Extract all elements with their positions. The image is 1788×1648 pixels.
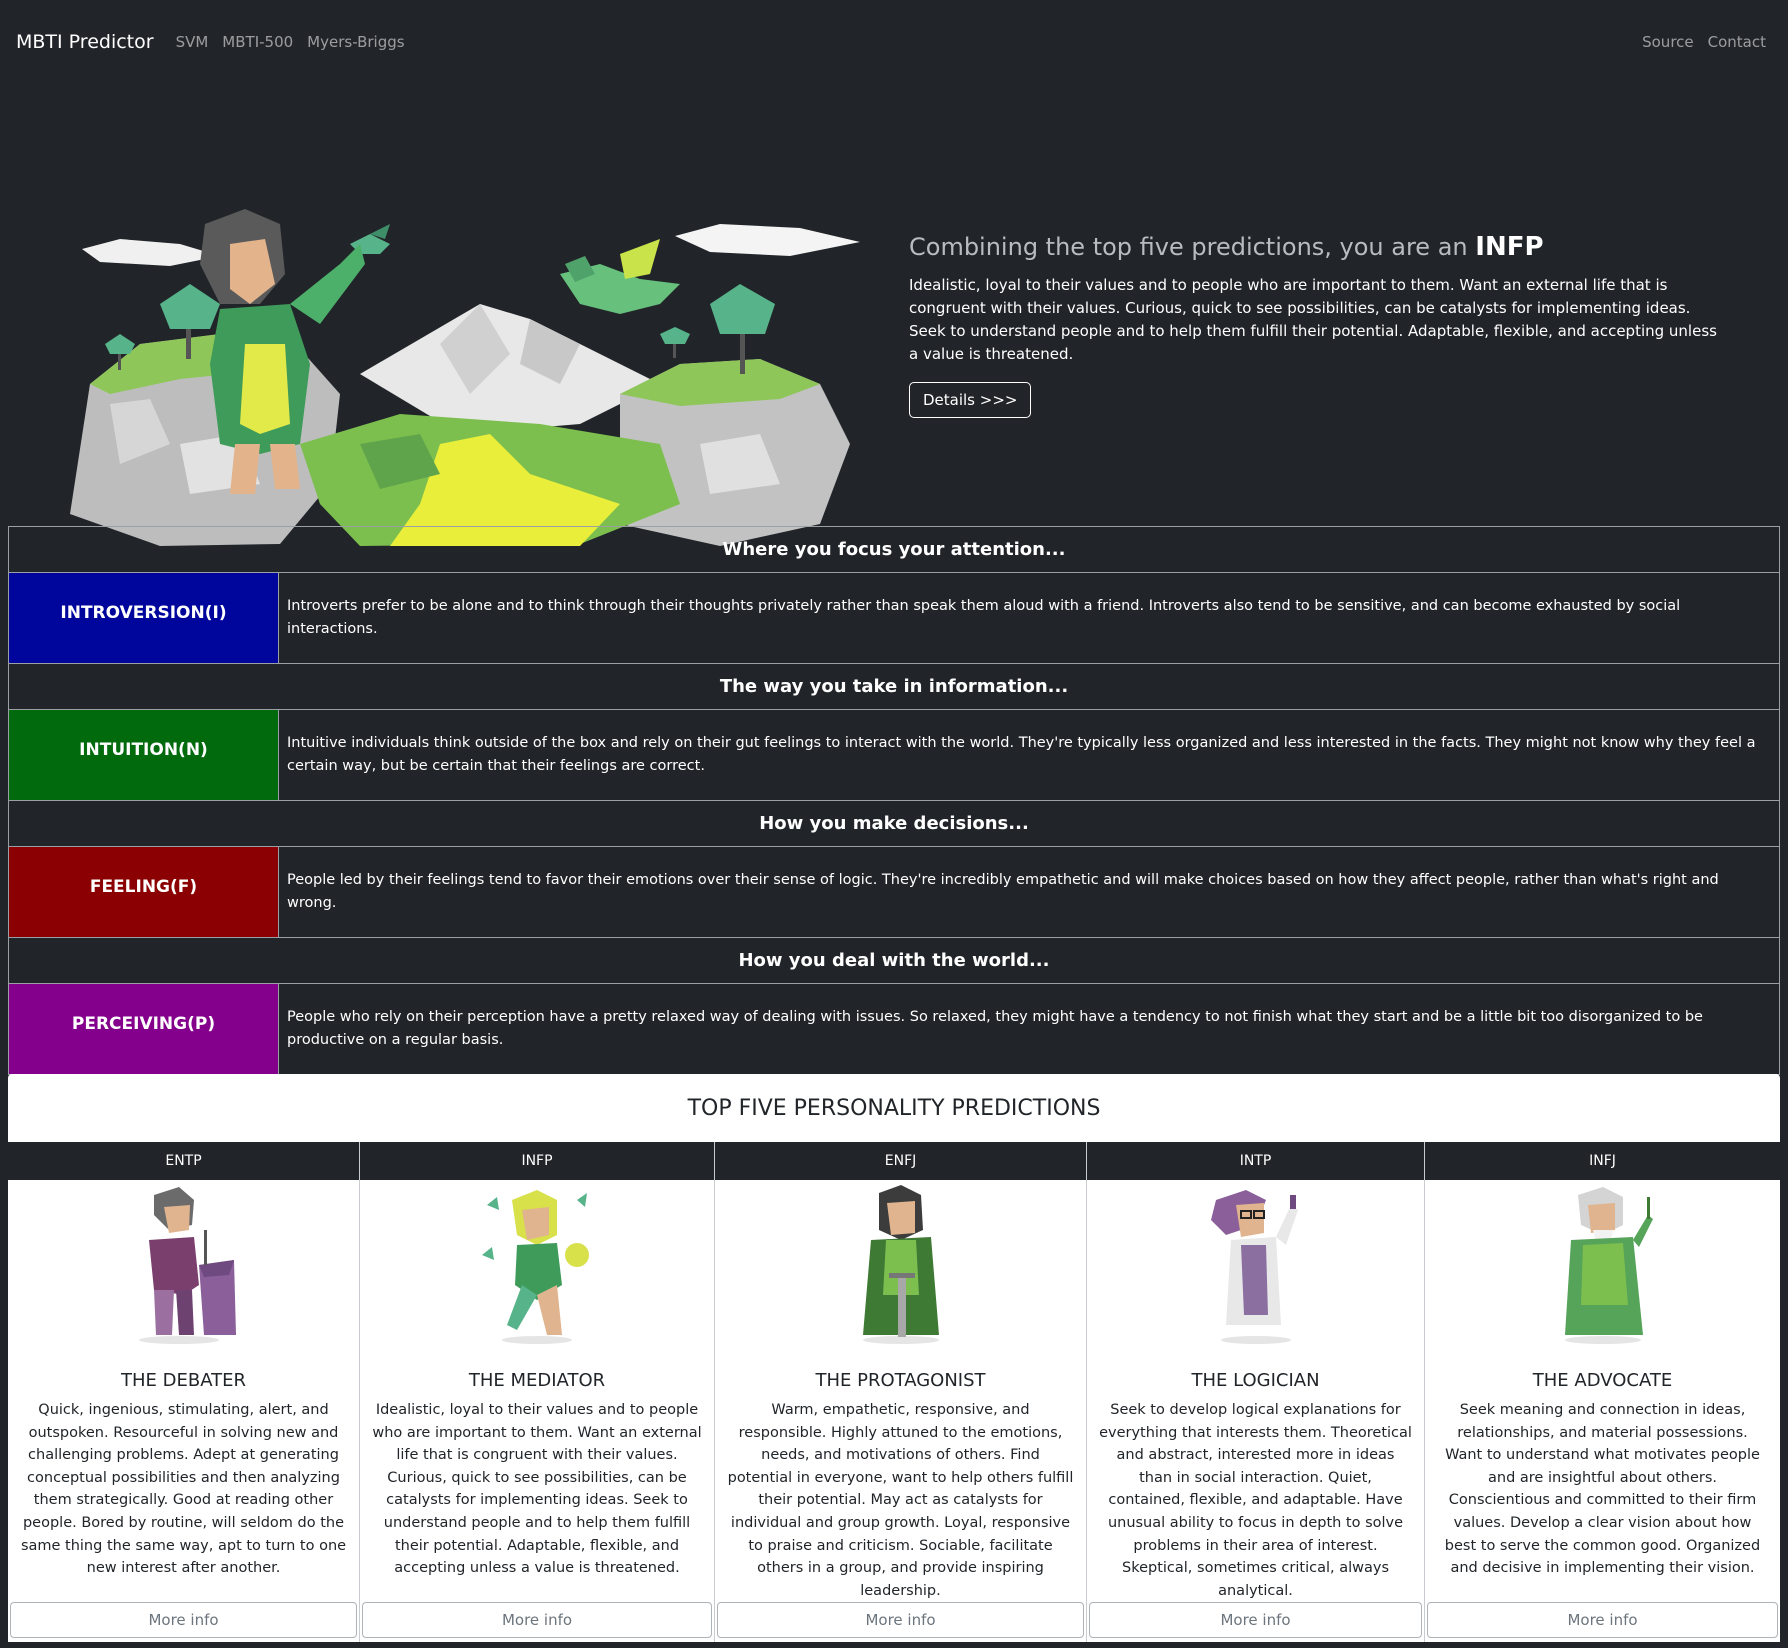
card-description-enfj: Warm, empathetic, responsive, and respon… <box>727 1402 1074 1599</box>
dimension-header-decisions: How you make decisions... <box>9 801 1779 847</box>
dimension-label-feeling: FEELING(F) <box>9 847 279 937</box>
top-five-title: TOP FIVE PERSONALITY PREDICTIONS <box>8 1074 1780 1142</box>
prediction-card-infj: INFJ THE ADVOCATE Seek meaning and conne… <box>1425 1142 1780 1642</box>
dimension-label-perceiving: PERCEIVING(P) <box>9 984 279 1074</box>
card-description-infj: Seek meaning and connection in ideas, re… <box>1444 1402 1761 1577</box>
card-type-enfj: ENFJ <box>715 1142 1086 1180</box>
dimension-header-world: How you deal with the world... <box>9 938 1779 984</box>
dimension-row-feeling: FEELING(F) People led by their feelings … <box>9 847 1779 938</box>
dimension-text-intuition: Intuitive individuals think outside of t… <box>287 735 1756 774</box>
card-type-intp: INTP <box>1087 1142 1424 1180</box>
navbar: MBTI Predictor SVM MBTI-500 Myers-Briggs… <box>0 0 1788 84</box>
advocate-avatar <box>1425 1180 1780 1350</box>
card-name-infj: THE ADVOCATE <box>1532 1370 1673 1391</box>
hero-title-prefix: Combining the top five predictions, you … <box>909 233 1468 261</box>
hero-description: Idealistic, loyal to their values and to… <box>909 276 1717 363</box>
more-info-button-enfj[interactable]: More info <box>717 1602 1084 1638</box>
logician-avatar <box>1087 1180 1424 1350</box>
nav-link-mbti-500[interactable]: MBTI-500 <box>222 33 293 51</box>
protagonist-avatar <box>715 1180 1086 1350</box>
hero-personality-type: INFP <box>1475 232 1544 262</box>
card-name-infp: THE MEDIATOR <box>468 1370 606 1391</box>
card-type-infp: INFP <box>360 1142 714 1180</box>
more-info-button-intp[interactable]: More info <box>1089 1602 1422 1638</box>
card-type-infj: INFJ <box>1425 1142 1780 1180</box>
card-name-enfj: THE PROTAGONIST <box>815 1370 986 1391</box>
prediction-card-intp: INTP THE LOGICIAN Seek to develop logica… <box>1087 1142 1425 1642</box>
dimension-row-intuition: INTUITION(N) Intuitive individuals think… <box>9 710 1779 801</box>
dimension-row-introversion: INTROVERSION(I) Introverts prefer to be … <box>9 573 1779 664</box>
card-type-entp: ENTP <box>8 1142 359 1180</box>
debater-avatar <box>8 1180 359 1350</box>
card-description-entp: Quick, ingenious, stimulating, alert, an… <box>20 1402 347 1577</box>
prediction-card-infp: INFP THE MEDIATOR Idealistic, loyal to t… <box>360 1142 715 1642</box>
dimension-header-attention: Where you focus your attention... <box>9 527 1779 573</box>
dimension-header-information: The way you take in information... <box>9 664 1779 710</box>
dimension-label-introversion: INTROVERSION(I) <box>9 573 279 663</box>
brand-link[interactable]: MBTI Predictor <box>16 31 154 53</box>
dimension-text-feeling: People led by their feelings tend to fav… <box>287 872 1719 911</box>
nav-link-source[interactable]: Source <box>1642 33 1694 51</box>
more-info-button-entp[interactable]: More info <box>10 1602 357 1638</box>
dimensions-table: Where you focus your attention... INTROV… <box>8 526 1780 1075</box>
dimension-row-perceiving: PERCEIVING(P) People who rely on their p… <box>9 984 1779 1074</box>
nav-link-contact[interactable]: Contact <box>1708 33 1766 51</box>
hero-text: Combining the top five predictions, you … <box>909 232 1729 418</box>
dimension-text-perceiving: People who rely on their perception have… <box>287 1009 1703 1048</box>
dimension-text-introversion: Introverts prefer to be alone and to thi… <box>287 598 1681 637</box>
prediction-card-entp: ENTP THE DEBATER Quick, ingenious, stimu… <box>8 1142 360 1642</box>
card-description-infp: Idealistic, loyal to their values and to… <box>372 1402 702 1577</box>
details-button[interactable]: Details >>> <box>909 382 1032 418</box>
nav-link-myers-briggs[interactable]: Myers-Briggs <box>307 33 404 51</box>
card-name-entp: THE DEBATER <box>121 1370 246 1391</box>
more-info-button-infp[interactable]: More info <box>362 1602 712 1638</box>
navbar-right: Source Contact <box>1628 0 1766 84</box>
card-description-intp: Seek to develop logical explanations for… <box>1099 1402 1412 1599</box>
card-name-intp: THE LOGICIAN <box>1191 1370 1320 1391</box>
prediction-cards: ENTP THE DEBATER Quick, ingenious, stimu… <box>8 1142 1780 1642</box>
hero-illustration <box>70 209 860 546</box>
hero-title: Combining the top five predictions, you … <box>909 232 1729 262</box>
nav-link-svm[interactable]: SVM <box>176 33 209 51</box>
prediction-card-enfj: ENFJ THE PROTAGONIST Warm, empathetic, r… <box>715 1142 1087 1642</box>
dimension-label-intuition: INTUITION(N) <box>9 710 279 800</box>
mediator-avatar <box>360 1180 714 1350</box>
more-info-button-infj[interactable]: More info <box>1427 1602 1778 1638</box>
hero: Combining the top five predictions, you … <box>0 84 1788 546</box>
